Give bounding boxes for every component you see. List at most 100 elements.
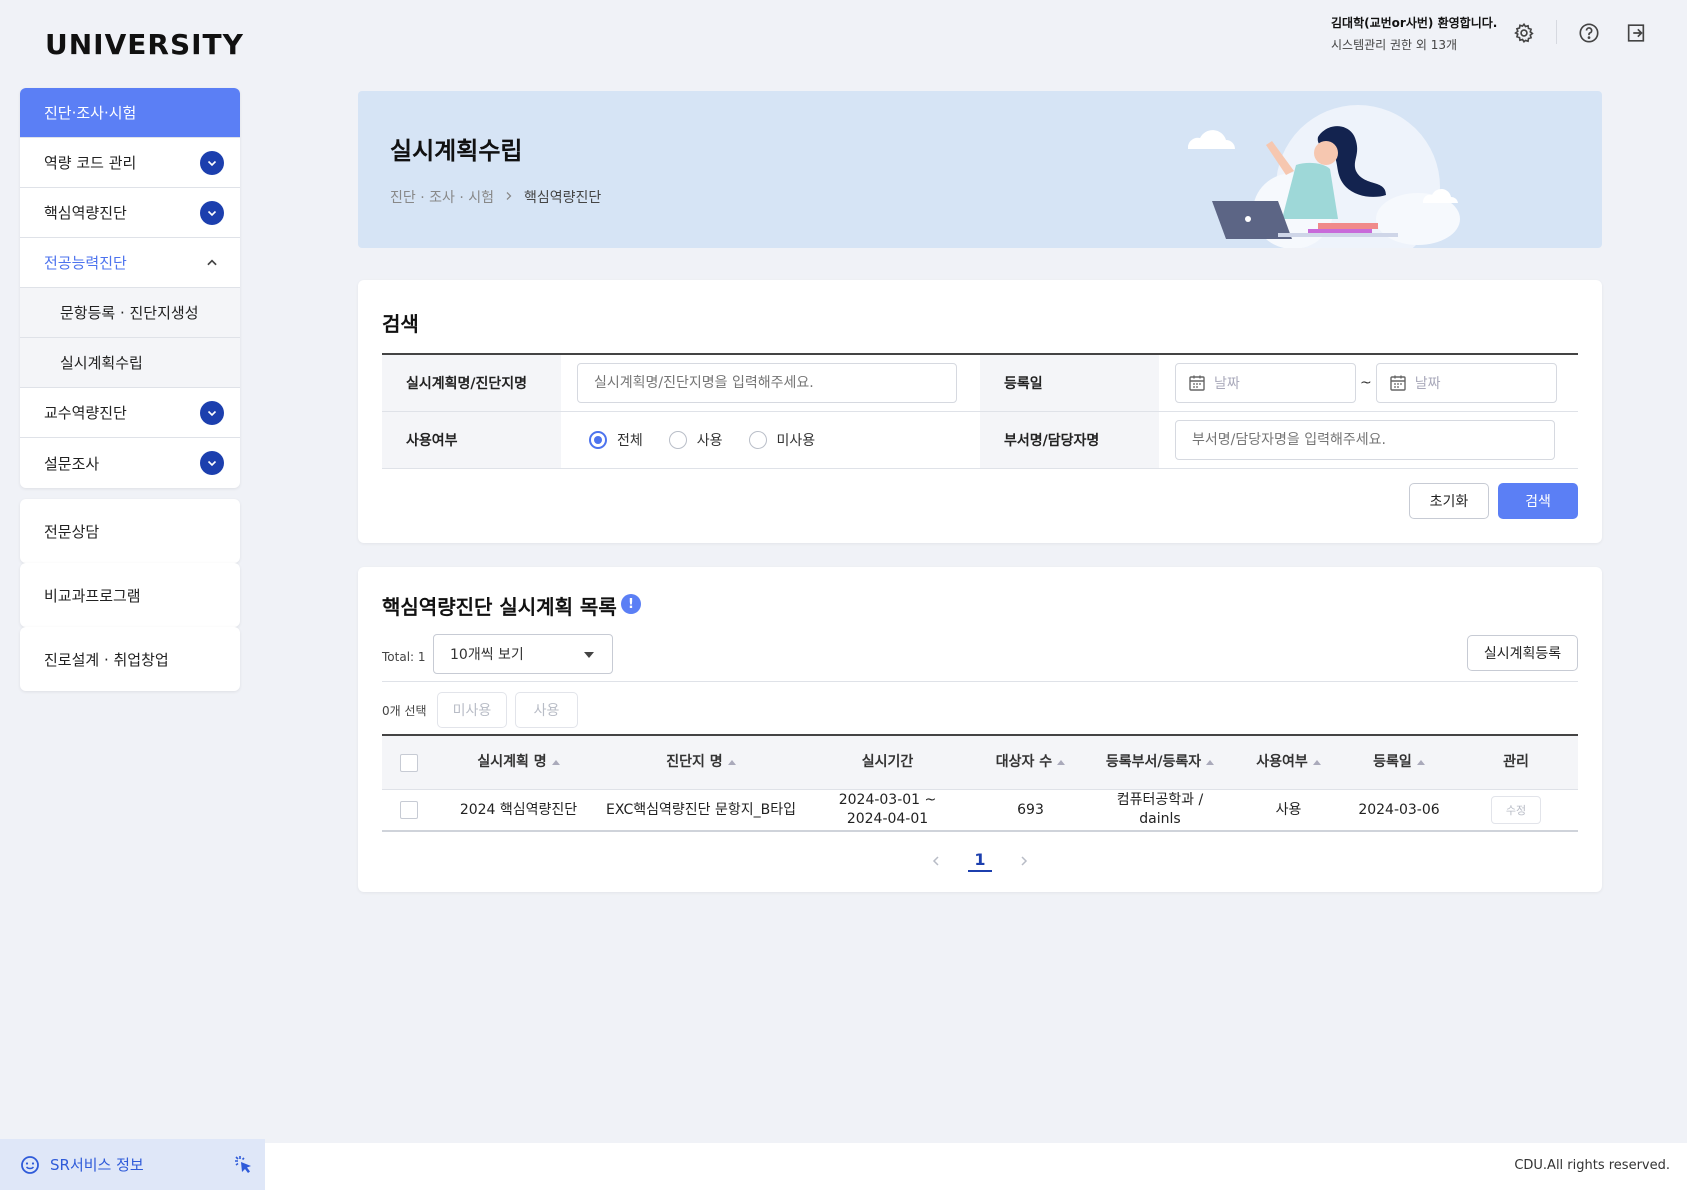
radio-all[interactable]: 전체: [589, 430, 643, 450]
logout-icon[interactable]: [1623, 20, 1649, 46]
table-row[interactable]: 2024 핵심역량진단 EXC핵심역량진단 문항지_B타입 2024-03-01…: [382, 790, 1578, 832]
help-icon[interactable]: [1576, 20, 1602, 46]
page-title: 실시계획수립: [390, 137, 523, 165]
sidebar-item-label: 전문상담: [44, 522, 100, 541]
sidebar-item-career[interactable]: 진로설계 · 취업창업: [20, 627, 240, 691]
search-row: 실시계획명/진단지명 등록일 날짜 ~ 날짜: [382, 355, 1578, 412]
radio-dot: [589, 431, 607, 449]
column-header[interactable]: 등록일: [1344, 753, 1454, 772]
column-header[interactable]: 사용여부: [1233, 753, 1344, 772]
sr-service-info[interactable]: SR서비스 정보: [0, 1139, 265, 1190]
date-from-field[interactable]: 날짜: [1175, 363, 1356, 403]
sidebar-item-label: 문항등록 · 진단지생성: [60, 304, 199, 322]
plan-name-label: 실시계획명/진단지명: [382, 355, 561, 411]
date-separator: ~: [1360, 375, 1372, 391]
info-icon[interactable]: !: [621, 594, 641, 614]
row-checkbox[interactable]: [400, 801, 418, 819]
sidebar-item-diagnosis[interactable]: 진단·조사·시험: [20, 88, 240, 138]
click-cursor-icon[interactable]: [232, 1154, 254, 1176]
radio-label: 사용: [696, 433, 723, 449]
sidebar-item-label: 실시계획수립: [60, 354, 143, 372]
page-number[interactable]: 1: [968, 850, 992, 872]
sr-service-label: SR서비스 정보: [50, 1156, 144, 1174]
sidebar-item-counseling[interactable]: 전문상담: [20, 499, 240, 563]
sidebar-subitem-plan[interactable]: 실시계획수립: [20, 338, 240, 388]
chevron-left-icon[interactable]: [930, 852, 942, 871]
breadcrumb-root[interactable]: 진단 · 조사 · 시험: [390, 187, 494, 207]
column-label: 대상자 수: [995, 754, 1053, 770]
plan-name-input[interactable]: [577, 363, 957, 403]
use-status-label: 사용여부: [382, 412, 561, 468]
edit-button[interactable]: 수정: [1491, 796, 1541, 824]
footer: CDU.All rights reserved.: [265, 1143, 1687, 1190]
divider: [382, 681, 1578, 682]
table-header: 실시계획 명 진단지 명 실시기간 대상자 수 등록부서/등록자 사용여부 등록…: [382, 736, 1578, 790]
dept-label: 부서명/담당자명: [980, 412, 1159, 468]
chevron-up-icon[interactable]: [202, 253, 222, 273]
column-header[interactable]: 등록부서/등록자: [1087, 753, 1233, 772]
chevron-down-icon[interactable]: [200, 451, 224, 475]
chevron-down-icon[interactable]: [200, 201, 224, 225]
column-header[interactable]: 대상자 수: [974, 753, 1087, 772]
cell-dept: 컴퓨터공학과 / dainls: [1116, 792, 1204, 827]
user-name: 김대학(교번or사번) 환영합니다.: [1331, 16, 1498, 30]
sort-icon: [1416, 760, 1425, 765]
sidebar-item-core-competency[interactable]: 핵심역량진단: [20, 188, 240, 238]
reset-button[interactable]: 초기화: [1409, 483, 1489, 519]
banner-illustration-icon: [1188, 105, 1460, 248]
user-info: 김대학(교번or사번) 환영합니다. 시스템관리 권한 외 13개: [1331, 12, 1497, 56]
radio-label: 미사용: [776, 433, 816, 449]
sidebar-item-label: 진단·조사·시험: [44, 104, 137, 122]
register-plan-button[interactable]: 실시계획등록: [1467, 635, 1578, 671]
search-panel: 검색 실시계획명/진단지명 등록일 날짜 ~ 날짜 사용여부: [358, 280, 1602, 543]
select-all-checkbox[interactable]: [400, 753, 418, 772]
gear-icon[interactable]: [1511, 20, 1537, 46]
dept-input[interactable]: [1175, 420, 1555, 460]
page-size-value: 10개씩 보기: [450, 647, 524, 663]
pagination: 1: [358, 850, 1602, 872]
sidebar-item-extracurricular[interactable]: 비교과프로그램: [20, 563, 240, 627]
user-role: 시스템관리 권한 외 13개: [1331, 38, 1458, 52]
radio-label: 전체: [617, 433, 643, 449]
breadcrumb: 진단 · 조사 · 시험 핵심역량진단: [390, 187, 601, 207]
column-header: 관리: [1454, 753, 1578, 772]
radio-unuse[interactable]: 미사용: [748, 430, 816, 450]
bulk-unuse-button[interactable]: 미사용: [437, 692, 507, 728]
sidebar-item-survey[interactable]: 설문조사: [20, 438, 240, 488]
sidebar-item-professor-competency[interactable]: 교수역량진단: [20, 388, 240, 438]
sidebar-item-label: 비교과프로그램: [44, 586, 141, 605]
search-button[interactable]: 검색: [1498, 483, 1578, 519]
sidebar-subitem-question-register[interactable]: 문항등록 · 진단지생성: [20, 288, 240, 338]
cell-use: 사용: [1275, 801, 1302, 818]
search-title: 검색: [382, 312, 419, 336]
date-to-field[interactable]: 날짜: [1375, 363, 1557, 403]
cell-plan-name: 2024 핵심역량진단: [459, 801, 578, 818]
selected-count: 0개 선택: [382, 704, 427, 718]
cell-form-name: EXC핵심역량진단 문항지_B타입: [606, 801, 796, 818]
chevron-down-icon[interactable]: [200, 151, 224, 175]
chevron-right-icon[interactable]: [1018, 852, 1030, 871]
page-size-select[interactable]: 10개씩 보기: [433, 634, 613, 674]
sidebar-item-major-competency[interactable]: 전공능력진단: [20, 238, 240, 288]
sidebar-item-competency-code[interactable]: 역량 코드 관리: [20, 138, 240, 188]
column-header: 실시기간: [801, 753, 974, 772]
bulk-use-button[interactable]: 사용: [515, 692, 578, 728]
sidebar-item-label: 역량 코드 관리: [44, 154, 137, 172]
column-label: 등록일: [1373, 754, 1412, 770]
chevron-down-icon[interactable]: [200, 401, 224, 425]
radio-use[interactable]: 사용: [668, 430, 723, 450]
sort-icon: [1206, 760, 1215, 765]
sort-icon: [551, 760, 560, 765]
calendar-icon: [1189, 375, 1205, 391]
sidebar-item-label: 교수역량진단: [44, 404, 127, 422]
calendar-icon: [1390, 375, 1406, 391]
column-label: 관리: [1503, 754, 1529, 770]
sort-icon: [1312, 760, 1321, 765]
date-from-placeholder: 날짜: [1214, 376, 1240, 392]
column-header[interactable]: 실시계획 명: [436, 753, 601, 772]
list-panel: 핵심역량진단 실시계획 목록 ! Total: 1 10개씩 보기 실시계획등록…: [358, 567, 1602, 892]
smile-icon: [21, 1155, 39, 1174]
cell-period: 2024-03-01 ~ 2024-04-01: [838, 792, 937, 827]
column-header[interactable]: 진단지 명: [601, 753, 801, 772]
search-form: 실시계획명/진단지명 등록일 날짜 ~ 날짜 사용여부 전체 사: [382, 353, 1578, 469]
